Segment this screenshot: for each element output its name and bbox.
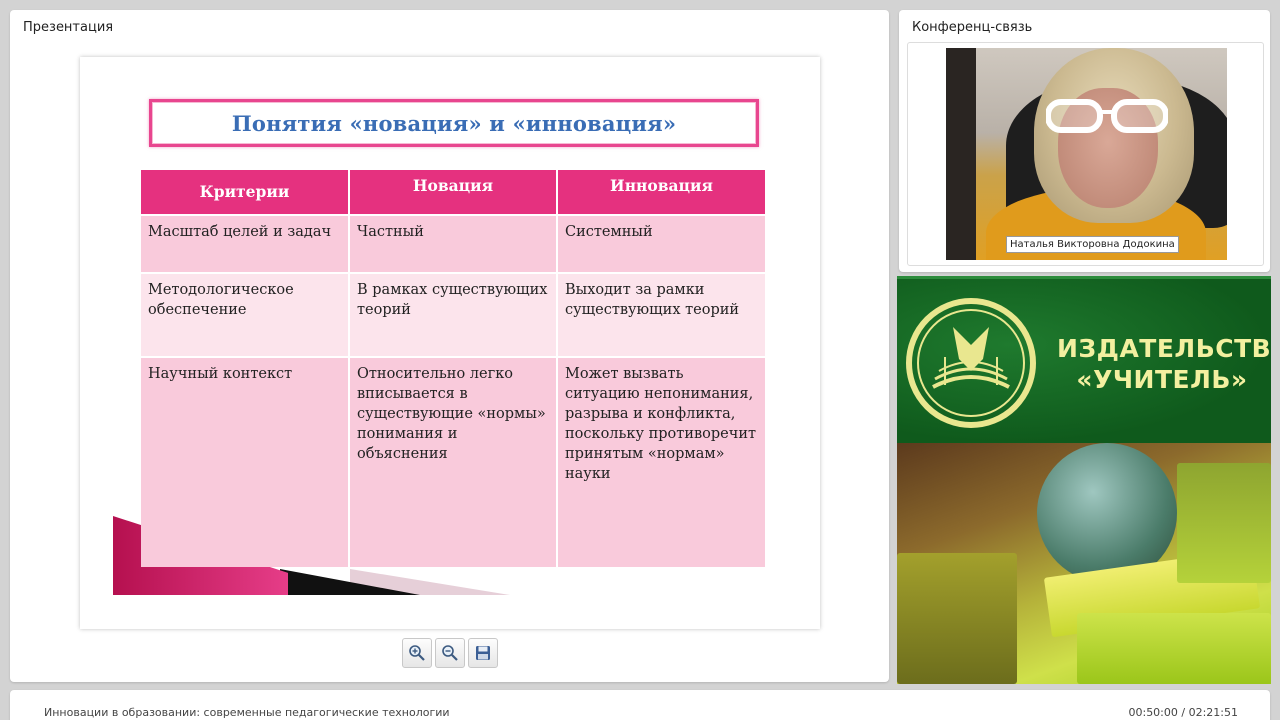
table-cell: В рамках существующих теорий (349, 272, 558, 357)
book-stack (897, 553, 1017, 684)
table-cell: Выходит за рамки существующих теорий (557, 272, 765, 357)
table-cell: Частный (349, 214, 558, 273)
status-bar: Инновации в образовании: современные пед… (10, 690, 1270, 720)
background-wall (946, 48, 976, 260)
book-stack (1077, 613, 1271, 684)
table-cell: Относительно легко вписывается в существ… (349, 356, 558, 567)
table-header-cell: Критерии (141, 170, 350, 215)
publisher-banner[interactable]: ИЗДАТЕЛЬСТВО «УЧИТЕЛЬ» (897, 276, 1271, 684)
participant-video[interactable]: Наталья Викторовна Додокина (946, 48, 1227, 260)
zoom-out-icon (442, 645, 458, 661)
zoom-in-button[interactable] (402, 638, 432, 668)
save-icon (476, 646, 490, 660)
table-cell: Масштаб целей и задач (141, 214, 350, 273)
table-cell: Может вызвать ситуацию непонимания, разр… (557, 356, 765, 567)
table-cell: Научный контекст (141, 356, 350, 567)
glasses-icon (1046, 99, 1168, 133)
table-row: Методологическое обеспечение В рамках су… (141, 272, 765, 357)
course-title: Инновации в образовании: современные пед… (44, 706, 450, 719)
conference-panel-title: Конференц-связь (912, 20, 1033, 35)
publisher-name: ИЗДАТЕЛЬСТВО «УЧИТЕЛЬ» (1057, 333, 1271, 395)
slide-title: Понятия «новация» и «инновация» (231, 110, 677, 136)
book-stack (1177, 463, 1271, 583)
publisher-name-line1: ИЗДАТЕЛЬСТВО (1057, 334, 1271, 363)
presentation-panel-title: Презентация (23, 20, 114, 35)
save-button[interactable] (468, 638, 498, 668)
playback-time: 00:50:00 / 02:21:51 (1128, 706, 1238, 719)
table-header-cell: Инновация (557, 170, 765, 215)
slide-toolbar (402, 638, 498, 668)
books-and-globe-image (897, 443, 1271, 684)
publisher-name-line2: «УЧИТЕЛЬ» (1076, 365, 1248, 394)
participant-name: Наталья Викторовна Додокина (1006, 236, 1179, 253)
presentation-panel: Презентация Понятия «новация» и «инновац… (10, 10, 889, 682)
zoom-out-button[interactable] (435, 638, 465, 668)
table-row: Масштаб целей и задач Частный Системный (141, 214, 765, 273)
slide-title-box: Понятия «новация» и «инновация» (149, 99, 759, 147)
conference-panel: Конференц-связь Наталья Викторовна Додок… (899, 10, 1270, 272)
table-cell: Методологическое обеспечение (141, 272, 350, 357)
table-cell: Системный (557, 214, 765, 273)
table-row: Научный контекст Относительно легко впис… (141, 356, 765, 567)
table-header-cell: Новация (349, 170, 558, 215)
slide: Понятия «новация» и «инновация» Критерии… (80, 57, 820, 629)
concepts-table: Критерии Новация Инновация Масштаб целей… (141, 170, 765, 567)
publisher-banner-header: ИЗДАТЕЛЬСТВО «УЧИТЕЛЬ» (897, 276, 1271, 443)
publisher-logo-icon (906, 298, 1036, 428)
table-header-row: Критерии Новация Инновация (141, 170, 765, 215)
zoom-in-icon (409, 645, 425, 661)
